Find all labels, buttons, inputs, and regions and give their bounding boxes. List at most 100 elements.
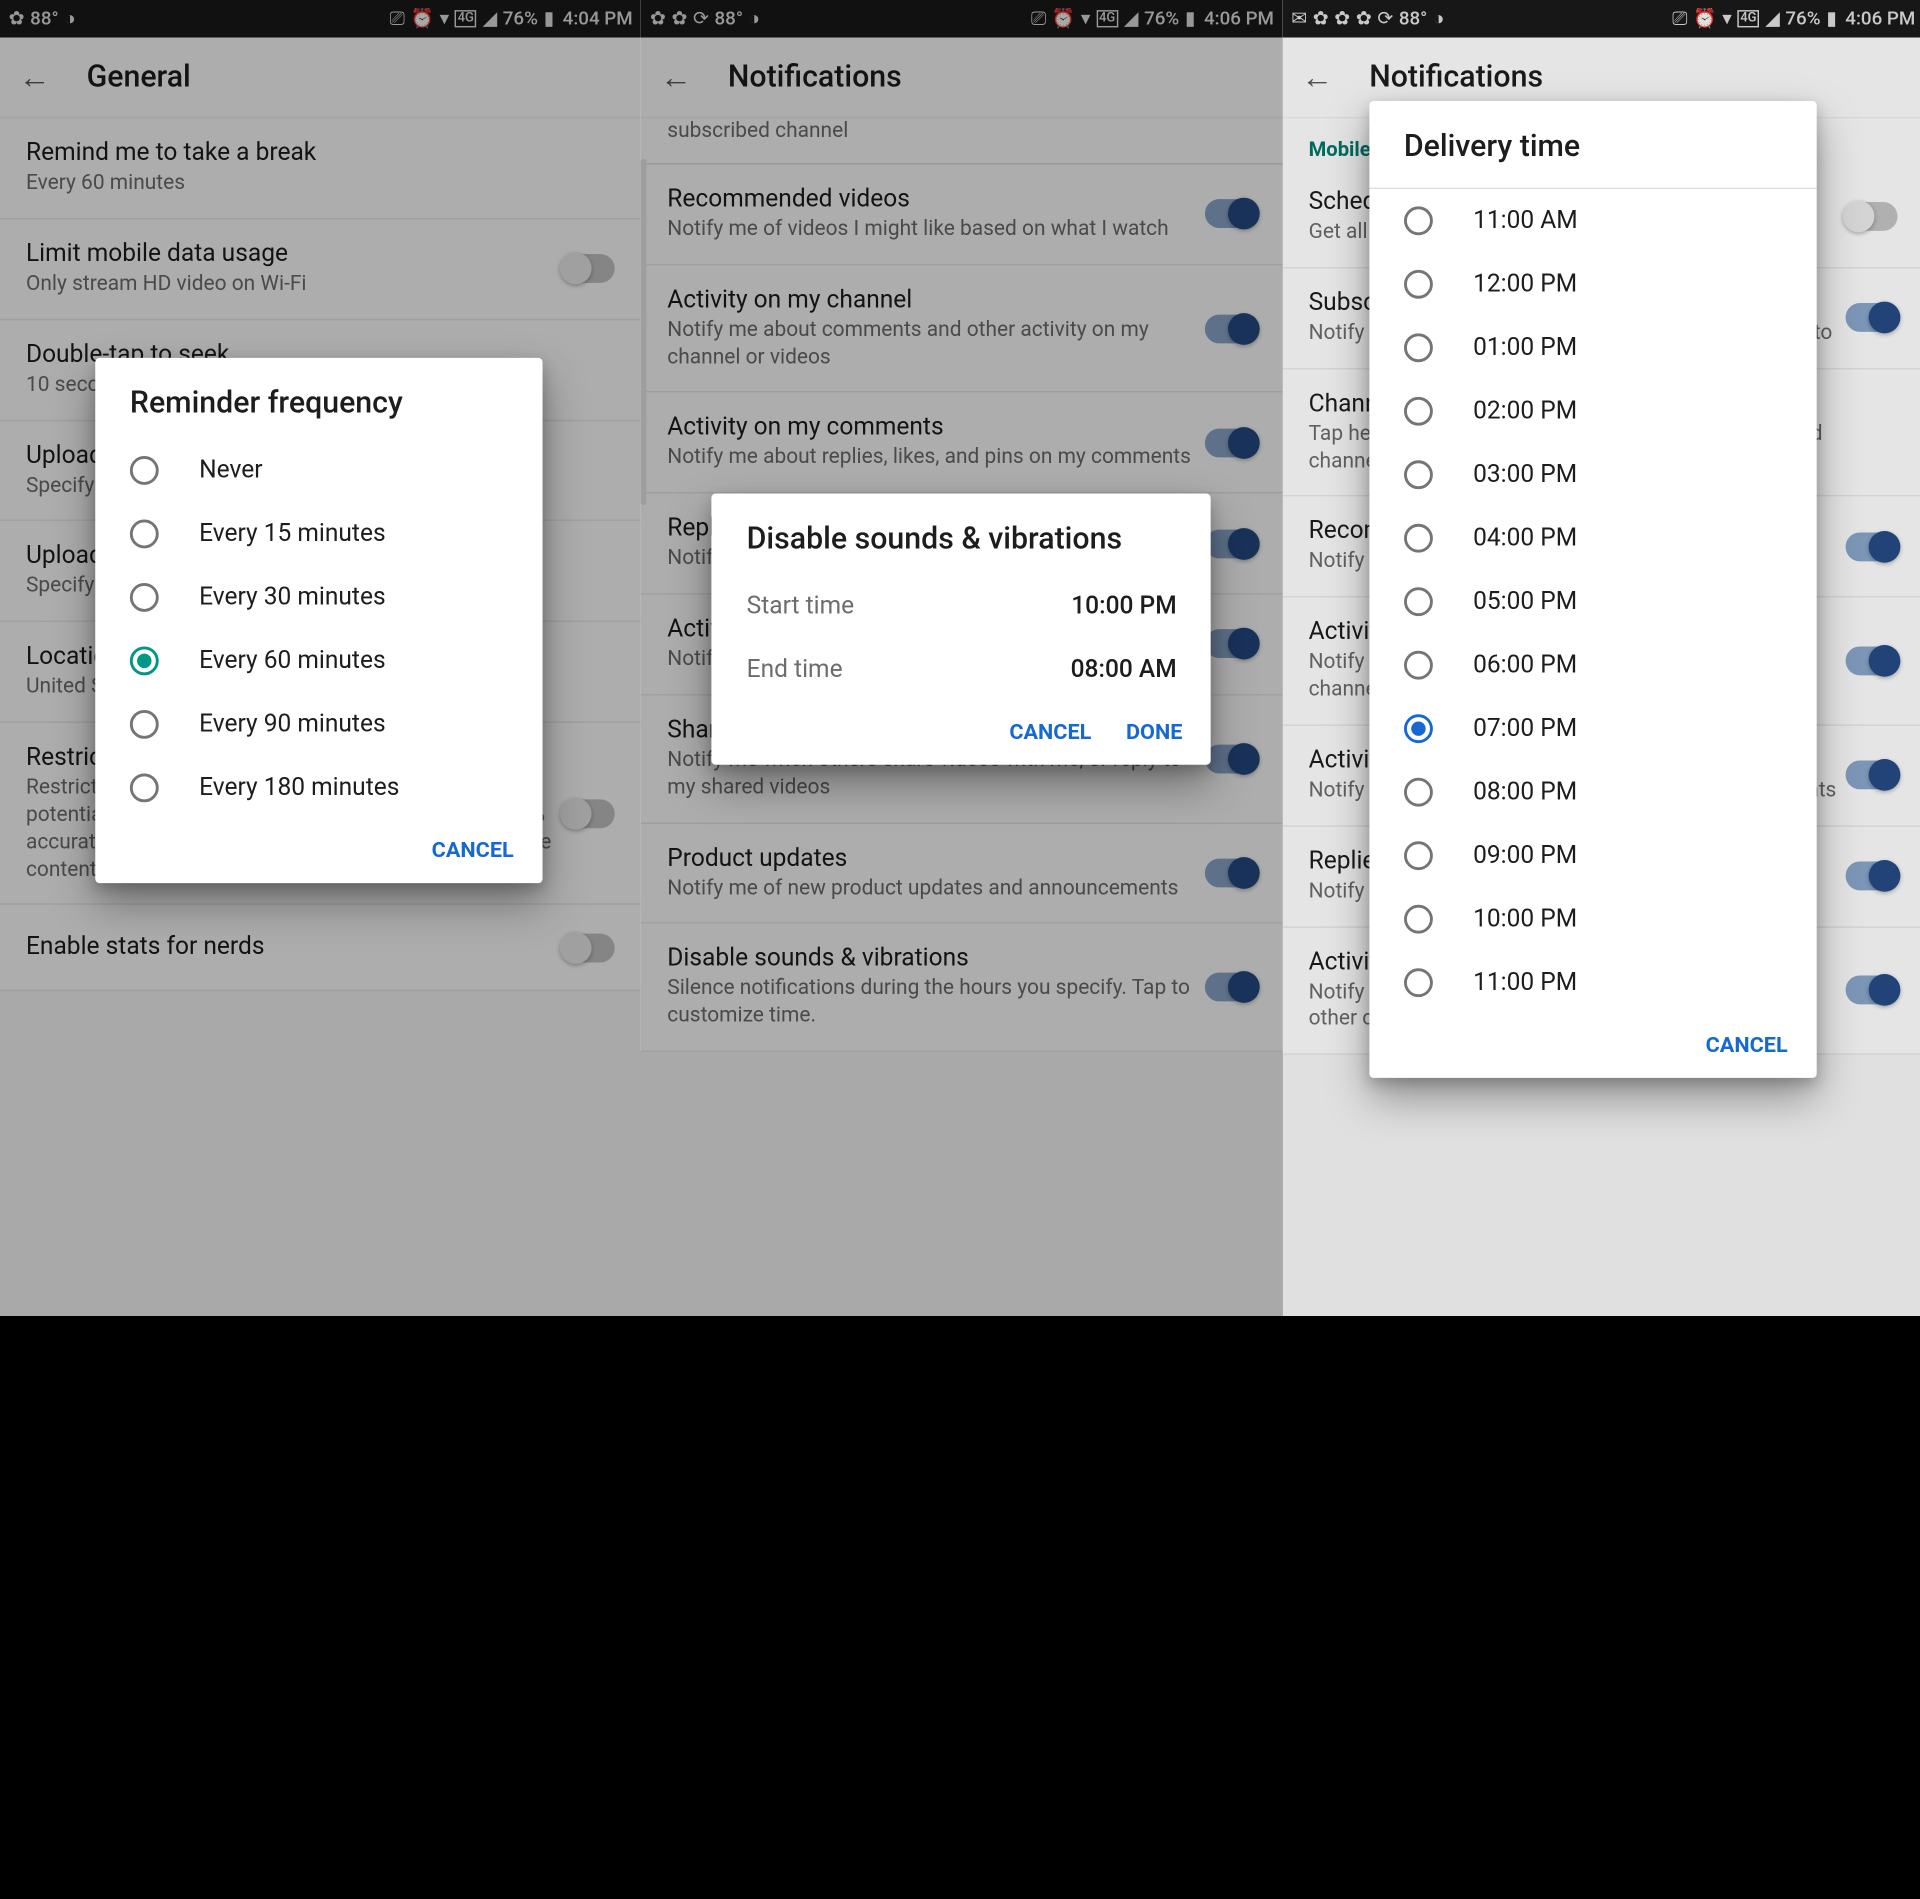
radio-icon (1404, 333, 1433, 362)
switch-toggle[interactable] (1205, 630, 1257, 659)
app-bar: ← General (0, 38, 641, 119)
setting-stats-nerds[interactable]: Enable stats for nerds (0, 905, 641, 992)
signal-icon: ◢ (1765, 8, 1779, 30)
phone-notifications-sounds: ✿ ✿ ⟳ 88° ◑ ⎚ ⏰ ▾ 4G ◢ 76% ▮ 4:06 PM ← N… (641, 0, 1282, 1316)
radio-option-0200pm[interactable]: 02:00 PM (1369, 380, 1816, 443)
aperture-icon: ✿ (1313, 8, 1329, 30)
radio-label: 01:00 PM (1473, 333, 1577, 362)
dialog-title: Delivery time (1369, 101, 1816, 188)
battery-icon: ▮ (544, 8, 554, 30)
start-time-row[interactable]: Start time 10:00 PM (712, 574, 1211, 637)
switch-toggle[interactable] (1205, 428, 1257, 457)
location-icon: ◑ (749, 7, 760, 30)
switch-toggle[interactable] (1205, 744, 1257, 773)
radio-icon (1404, 841, 1433, 870)
radio-option-90[interactable]: Every 90 minutes (95, 693, 542, 756)
lte-icon: 4G (1096, 10, 1118, 27)
page-title: Notifications (728, 60, 902, 95)
cancel-button[interactable]: CANCEL (1009, 719, 1091, 745)
switch-toggle[interactable] (1205, 200, 1257, 229)
radio-icon (1404, 587, 1433, 616)
switch-toggle[interactable] (1846, 303, 1898, 332)
back-button[interactable]: ← (17, 60, 52, 95)
radio-option-0300pm[interactable]: 03:00 PM (1369, 443, 1816, 506)
setting-title: Activity on my comments (667, 413, 1204, 442)
radio-option-0100pm[interactable]: 01:00 PM (1369, 316, 1816, 379)
signal-icon: ◢ (1124, 8, 1138, 30)
radio-option-never[interactable]: Never (95, 439, 542, 502)
setting-title: Enable stats for nerds (26, 932, 563, 961)
switch-toggle[interactable] (1205, 859, 1257, 888)
sync-icon: ✿ (1356, 8, 1372, 30)
radio-label: 10:00 PM (1473, 905, 1577, 934)
aperture-icon: ✿ (9, 8, 25, 30)
radio-option-1200pm[interactable]: 12:00 PM (1369, 253, 1816, 316)
radio-icon (1404, 778, 1433, 807)
truncated-sub: subscribed channel (641, 118, 1282, 163)
setting-limit-data[interactable]: Limit mobile data usage Only stream HD v… (0, 219, 641, 320)
cast-icon: ⎚ (390, 8, 405, 30)
radio-option-1100pm[interactable]: 11:00 PM (1369, 951, 1816, 1014)
switch-toggle[interactable] (1205, 529, 1257, 558)
setting-sub: Notify me of new product updates and ann… (667, 875, 1204, 902)
setting-sub: Every 60 minutes (26, 170, 615, 197)
radio-label: 02:00 PM (1473, 397, 1577, 426)
setting-recommended[interactable]: Recommended videosNotify me of videos I … (641, 164, 1282, 265)
phone-general: ✿ 88° ◑ ⎚ ⏰ ▾ 4G ◢ 76% ▮ 4:04 PM ← Gener… (0, 0, 641, 1316)
radio-label: 04:00 PM (1473, 524, 1577, 553)
radio-option-0600pm[interactable]: 06:00 PM (1369, 633, 1816, 696)
start-time-value: 10:00 PM (1071, 592, 1176, 621)
radio-label: Every 180 minutes (199, 773, 399, 802)
radio-icon (130, 519, 159, 548)
setting-comment-activity[interactable]: Activity on my commentsNotify me about r… (641, 393, 1282, 494)
radio-option-0400pm[interactable]: 04:00 PM (1369, 506, 1816, 569)
app-bar: ← Notifications (641, 38, 1282, 119)
setting-sub: Silence notifications during the hours y… (667, 976, 1204, 1030)
setting-channel-activity[interactable]: Activity on my channelNotify me about co… (641, 265, 1282, 393)
location-icon: ◑ (64, 7, 75, 30)
switch-toggle[interactable] (563, 254, 615, 283)
cancel-button[interactable]: CANCEL (432, 837, 514, 863)
setting-title: Remind me to take a break (26, 139, 615, 168)
setting-title: Activity on my channel (667, 285, 1204, 314)
switch-toggle[interactable] (1205, 973, 1257, 1002)
setting-product-updates[interactable]: Product updatesNotify me of new product … (641, 823, 1282, 924)
radio-option-1000pm[interactable]: 10:00 PM (1369, 887, 1816, 950)
switch-toggle[interactable] (1846, 647, 1898, 676)
radio-option-15[interactable]: Every 15 minutes (95, 502, 542, 565)
radio-label: 07:00 PM (1473, 714, 1577, 743)
radio-option-0900pm[interactable]: 09:00 PM (1369, 824, 1816, 887)
dialog-title: Reminder frequency (95, 358, 542, 439)
back-button[interactable]: ← (659, 60, 694, 95)
page-title: General (87, 60, 191, 95)
setting-remind-break[interactable]: Remind me to take a break Every 60 minut… (0, 118, 641, 219)
start-time-label: Start time (747, 592, 854, 621)
switch-toggle[interactable] (1846, 976, 1898, 1005)
switch-toggle[interactable] (1846, 761, 1898, 790)
switch-toggle[interactable] (1205, 314, 1257, 343)
radio-option-180[interactable]: Every 180 minutes (95, 756, 542, 819)
setting-title: Recommended videos (667, 184, 1204, 213)
setting-disable-sounds[interactable]: Disable sounds & vibrationsSilence notif… (641, 924, 1282, 1052)
radio-option-1100am[interactable]: 11:00 AM (1369, 189, 1816, 252)
back-button[interactable]: ← (1300, 60, 1335, 95)
radio-option-60[interactable]: Every 60 minutes (95, 629, 542, 692)
refresh-icon: ⟳ (693, 8, 709, 30)
radio-option-0800pm[interactable]: 08:00 PM (1369, 760, 1816, 823)
radio-icon (1404, 270, 1433, 299)
cancel-button[interactable]: CANCEL (1706, 1032, 1788, 1058)
switch-toggle[interactable] (1846, 532, 1898, 561)
dialog-title: Disable sounds & vibrations (712, 494, 1211, 575)
delivery-time-dialog: Delivery time 11:00 AM 12:00 PM 01:00 PM… (1369, 101, 1816, 1078)
alarm-icon: ⏰ (1693, 8, 1716, 30)
radio-option-0500pm[interactable]: 05:00 PM (1369, 570, 1816, 633)
switch-toggle[interactable] (563, 934, 615, 963)
radio-icon (1404, 524, 1433, 553)
radio-option-0700pm[interactable]: 07:00 PM (1369, 697, 1816, 760)
end-time-row[interactable]: End time 08:00 AM (712, 638, 1211, 701)
switch-toggle[interactable] (1846, 203, 1898, 232)
radio-option-30[interactable]: Every 30 minutes (95, 566, 542, 629)
done-button[interactable]: DONE (1126, 719, 1182, 745)
switch-toggle[interactable] (563, 799, 615, 828)
switch-toggle[interactable] (1846, 862, 1898, 891)
